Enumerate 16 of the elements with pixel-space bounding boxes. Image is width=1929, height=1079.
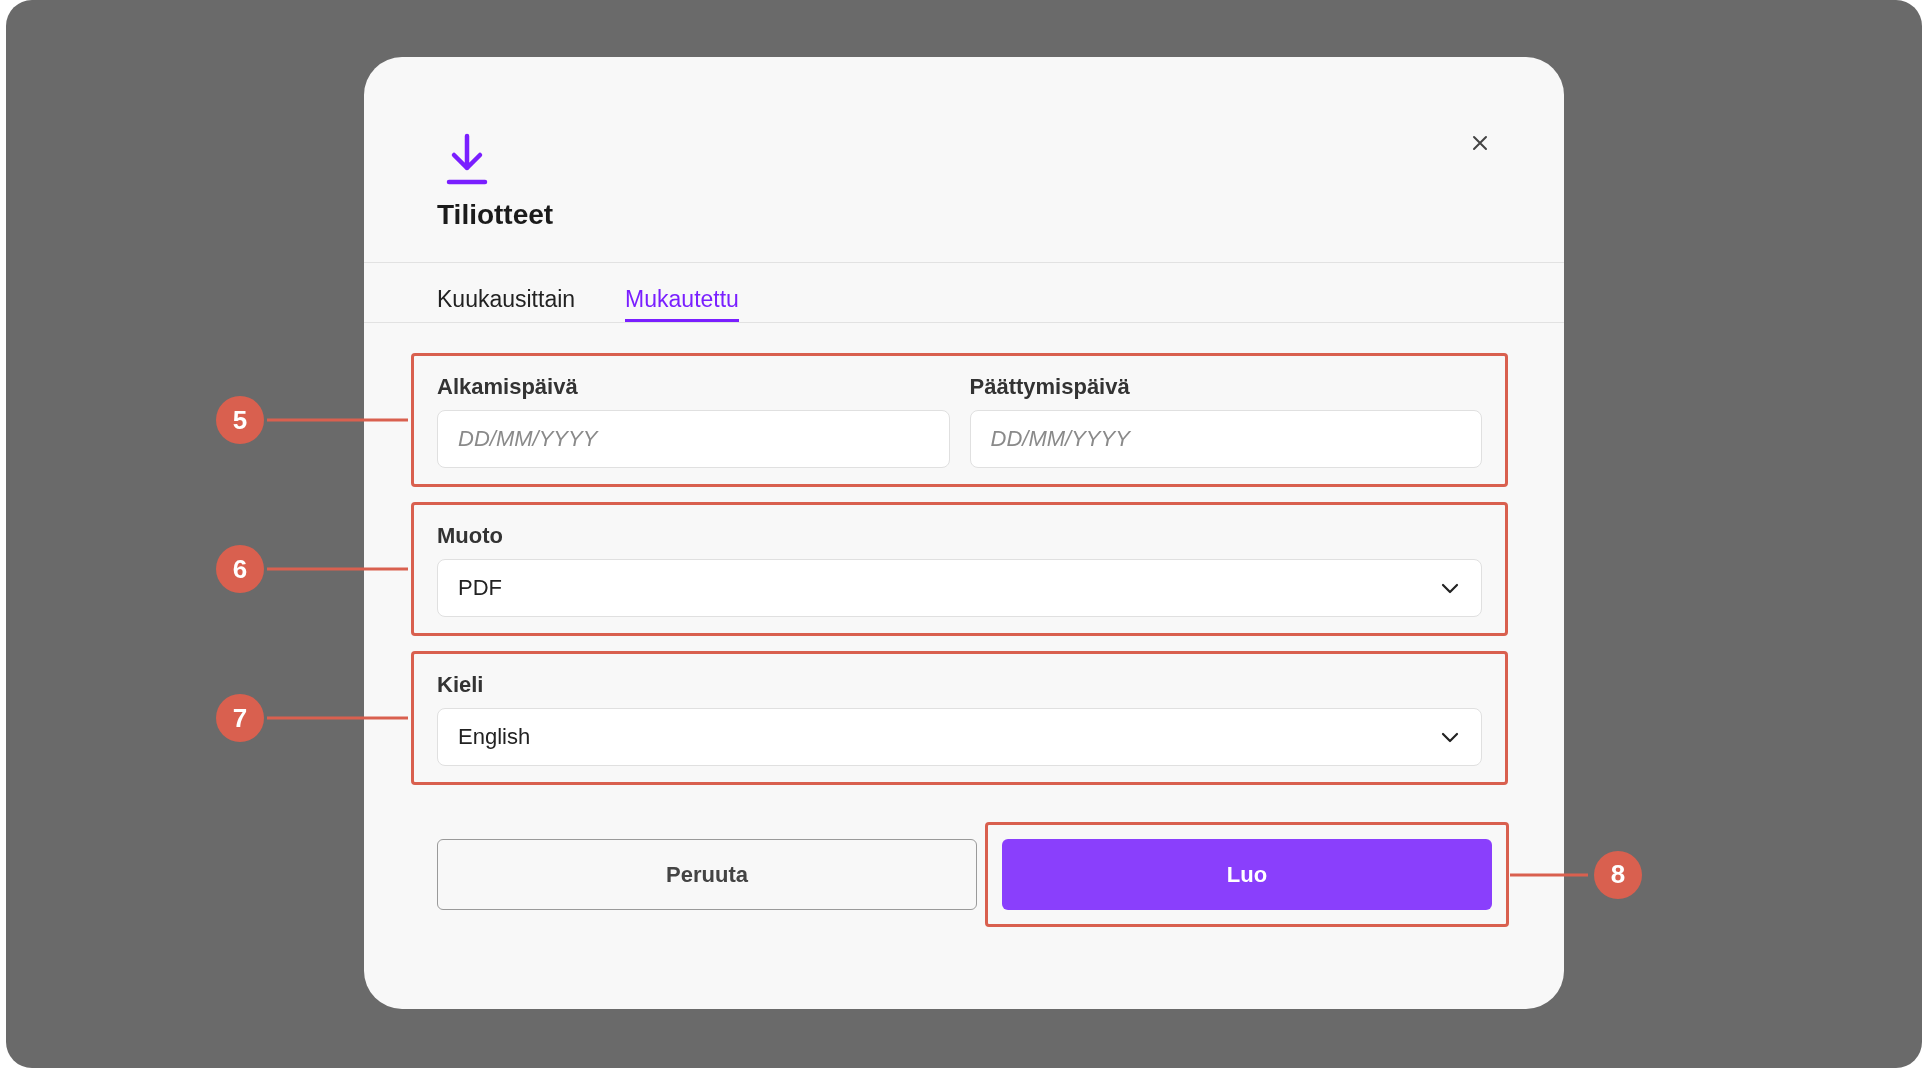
tab[interactable]: Kuukausittain: [437, 263, 576, 322]
field-label: Muoto: [437, 523, 504, 549]
dialog-title: Tiliotteet: [437, 199, 554, 231]
field-label: Kieli: [437, 672, 485, 698]
dropdown[interactable]: English: [437, 708, 1482, 766]
create-button[interactable]: Luo: [1002, 839, 1492, 910]
date-field[interactable]: DD/MM/YYYY: [437, 410, 950, 468]
dropdown[interactable]: PDF: [437, 559, 1482, 617]
field-label: Alkamispäivä: [437, 374, 579, 400]
download-icon: [446, 133, 488, 185]
tab[interactable]: Mukautettu: [625, 263, 739, 322]
cancel-button[interactable]: Peruuta: [437, 839, 977, 910]
date-field[interactable]: DD/MM/YYYY: [969, 410, 1482, 468]
chevron-down-icon: [1441, 582, 1459, 594]
chevron-down-icon: [1441, 731, 1459, 743]
field-label: Päättymispäivä: [969, 374, 1131, 400]
